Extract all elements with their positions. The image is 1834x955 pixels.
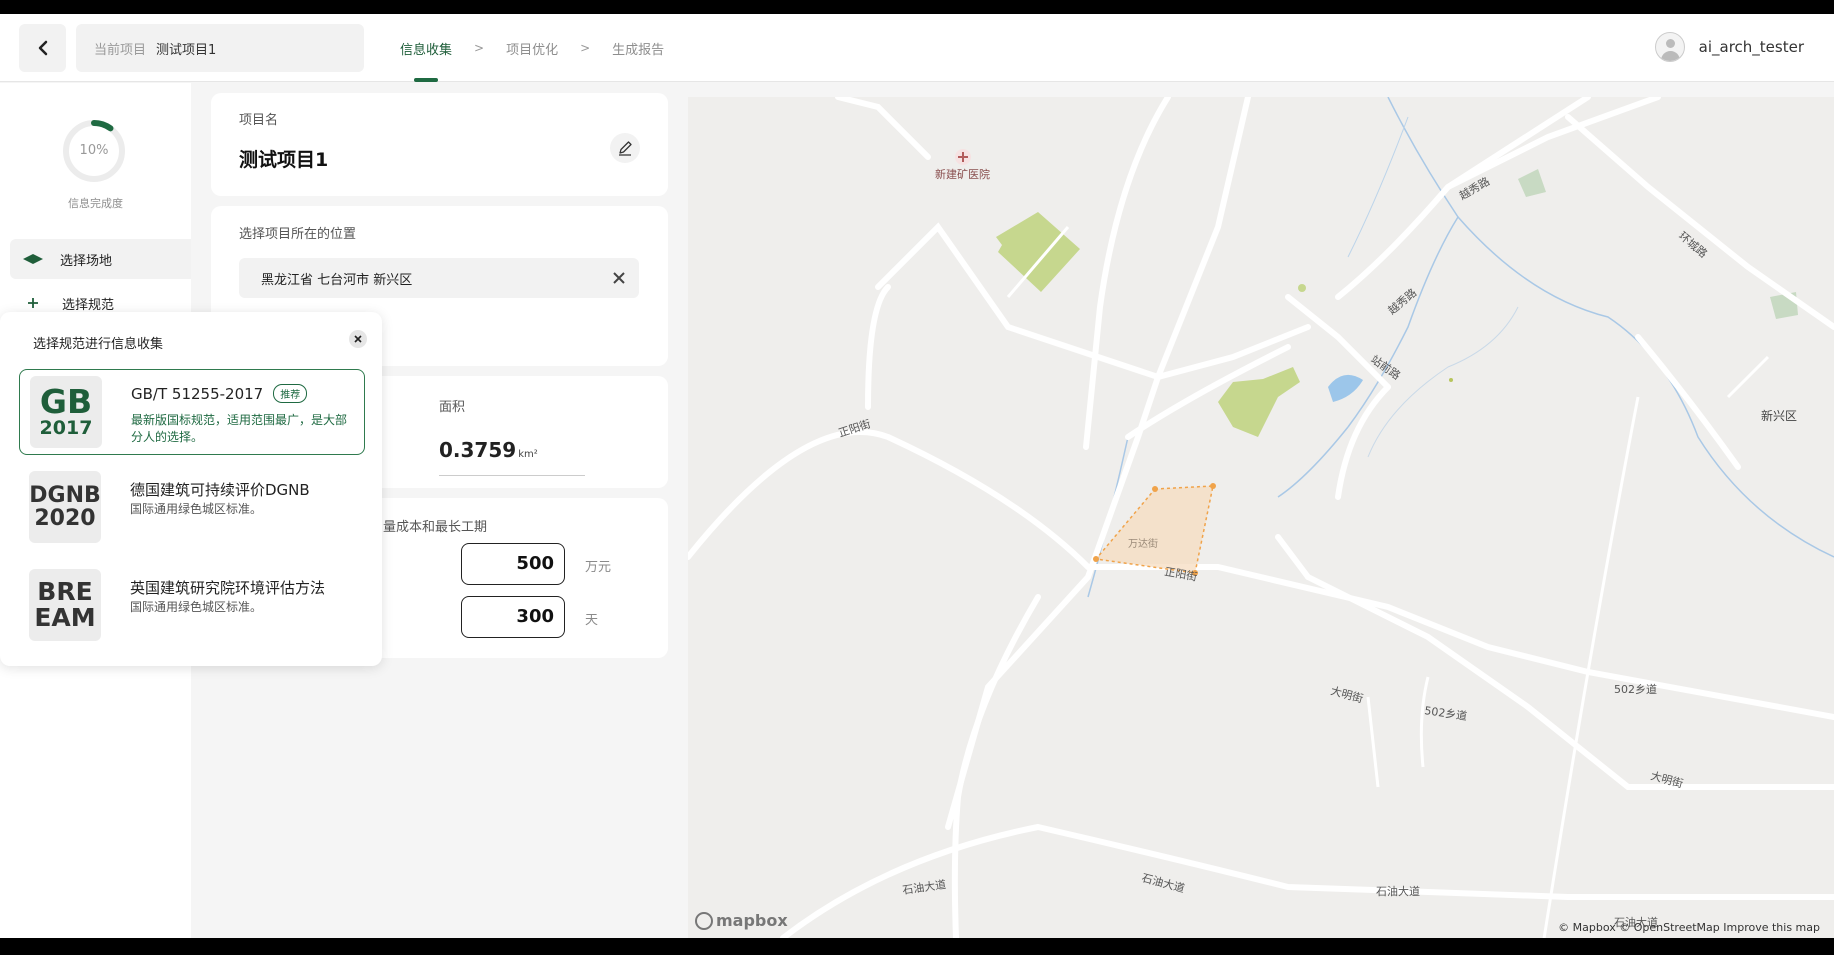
location-label: 选择项目所在的位置 [239, 227, 357, 242]
map-canvas: 新建矿医院 新兴区 万达街 正阳街 正阳街 大明街 大明街 502乡道 502乡… [688, 97, 1834, 938]
close-icon [354, 335, 362, 343]
user-menu[interactable]: ai_arch_tester [1654, 32, 1804, 62]
step-label: 信息收集 [400, 42, 453, 58]
mapbox-logo[interactable]: mapbox [695, 911, 788, 930]
map-attribution[interactable]: © Mapbox © OpenStreetMap Improve this ma… [1558, 921, 1820, 934]
location-field[interactable]: 黑龙江省 七台河市 新兴区 [239, 258, 639, 298]
cost-unit: 万元 [585, 560, 612, 575]
logo-top: DGNB [29, 482, 101, 508]
dgnb-logo: DGNB 2020 [29, 471, 101, 543]
standard-option-breeam[interactable]: BRE EAM 英国建筑研究院环境评估方法 国际通用绿色城区标准。 [19, 563, 365, 649]
layers-icon [18, 253, 48, 265]
plus-icon [18, 297, 48, 309]
sidebar-item-select-site[interactable]: 选择场地 [10, 239, 191, 279]
map-label-district: 新兴区 [1761, 408, 1797, 423]
top-header: 当前项目 测试项目1 信息收集 > 项目优化 > 生成报告 ai_arch_te… [0, 14, 1834, 82]
standard-select-popup: 选择规范进行信息收集 GB 2017 GB/T 51255-2017 推荐 最新… [0, 312, 382, 666]
username: ai_arch_tester [1698, 38, 1804, 56]
step-label: 生成报告 [612, 42, 665, 58]
step-generate-report[interactable]: 生成报告 [612, 14, 664, 82]
area-unit: km² [518, 449, 538, 460]
map-view[interactable]: 新建矿医院 新兴区 万达街 正阳街 正阳街 大明街 大明街 502乡道 502乡… [688, 97, 1834, 938]
standard-option-gb[interactable]: GB 2017 GB/T 51255-2017 推荐 最新版国标规范，适用范围最… [19, 369, 365, 455]
map-label-zhanqian: 站前路 [1368, 352, 1403, 382]
area-label: 面积 [439, 400, 466, 415]
close-button[interactable] [349, 330, 367, 348]
recommend-badge: 推荐 [273, 384, 308, 403]
logo-bottom: 2020 [34, 506, 96, 531]
standard-name: 德国建筑可持续评价DGNB [130, 479, 310, 500]
map-label-shiyou-2: 石油大道 [1140, 870, 1186, 895]
pencil-icon [619, 141, 632, 156]
step-info-collection[interactable]: 信息收集 [400, 14, 452, 82]
current-project-label: 当前项目 [94, 42, 147, 58]
project-name-value: 测试项目1 [239, 149, 329, 171]
avatar [1654, 32, 1685, 62]
area-underline [439, 475, 585, 476]
map-label-site: 万达街 [1128, 537, 1158, 550]
progress-ring: 10% [58, 115, 130, 187]
standard-desc: 国际通用绿色城区标准。 [130, 502, 263, 516]
area-number: 0.3759 [439, 438, 517, 462]
duration-unit: 天 [585, 613, 599, 628]
map-label-shiyou-3: 石油大道 [1376, 884, 1420, 898]
area-value: 0.3759 km² [439, 438, 538, 462]
gb-logo: GB 2017 [30, 376, 102, 448]
progress-value: 10% [79, 143, 109, 158]
sidebar-item-label: 选择规范 [62, 297, 115, 313]
step-nav: 信息收集 > 项目优化 > 生成报告 [400, 14, 664, 82]
standard-desc: 最新版国标规范，适用范围最广，是大部分人的选择。 [131, 413, 348, 444]
step-label: 项目优化 [506, 42, 559, 58]
logo-bottom: EAM [34, 603, 96, 632]
breeam-logo: BRE EAM [29, 569, 101, 641]
standard-name-text: 英国建筑研究院环境评估方法 [130, 579, 326, 597]
app-screen: 当前项目 测试项目1 信息收集 > 项目优化 > 生成报告 ai_arch_te… [0, 14, 1834, 938]
mapbox-logo-text: mapbox [716, 911, 788, 930]
budget-label: 量成本和最长工期 [383, 520, 488, 535]
standard-option-dgnb[interactable]: DGNB 2020 德国建筑可持续评价DGNB 国际通用绿色城区标准。 [19, 465, 365, 551]
map-label-shiyou-1: 石油大道 [901, 877, 947, 897]
current-project-value: 测试项目1 [156, 42, 217, 58]
standard-name: 英国建筑研究院环境评估方法 [130, 577, 325, 598]
project-name-label: 项目名 [239, 113, 279, 128]
standard-desc: 国际通用绿色城区标准。 [130, 600, 263, 614]
step-separator-icon: > [580, 41, 591, 55]
standard-name: GB/T 51255-2017 推荐 [131, 384, 308, 403]
sidebar-item-label: 选择场地 [60, 253, 113, 269]
location-value: 黑龙江省 七台河市 新兴区 [261, 272, 413, 288]
map-label-502-b: 502乡道 [1614, 682, 1657, 696]
mapbox-icon [695, 911, 713, 930]
progress-label: 信息完成度 [68, 197, 123, 210]
step-separator-icon: > [474, 41, 485, 55]
project-name-card: 项目名 测试项目1 [211, 93, 668, 196]
duration-input[interactable]: 300 [461, 596, 565, 638]
map-label-daming-1: 大明街 [1329, 683, 1364, 705]
standard-name-text: GB/T 51255-2017 [131, 384, 264, 403]
clear-icon[interactable] [611, 270, 627, 286]
popup-title: 选择规范进行信息收集 [33, 337, 164, 352]
logo-bottom: 2017 [39, 417, 93, 440]
current-project-box: 当前项目 测试项目1 [76, 24, 364, 72]
step-project-optimization[interactable]: 项目优化 [506, 14, 558, 82]
back-button[interactable] [19, 24, 66, 72]
chevron-left-icon [38, 40, 47, 56]
standard-name-text: 德国建筑可持续评价DGNB [130, 481, 310, 499]
logo-top: GB [39, 381, 93, 421]
logo-top: BRE [37, 576, 93, 606]
edit-button[interactable] [610, 133, 640, 163]
map-label-hospital: 新建矿医院 [935, 167, 990, 181]
map-label-zhengyang-1: 正阳街 [837, 416, 873, 440]
map-label-502-a: 502乡道 [1424, 703, 1469, 723]
cost-input[interactable]: 500 [461, 543, 565, 585]
